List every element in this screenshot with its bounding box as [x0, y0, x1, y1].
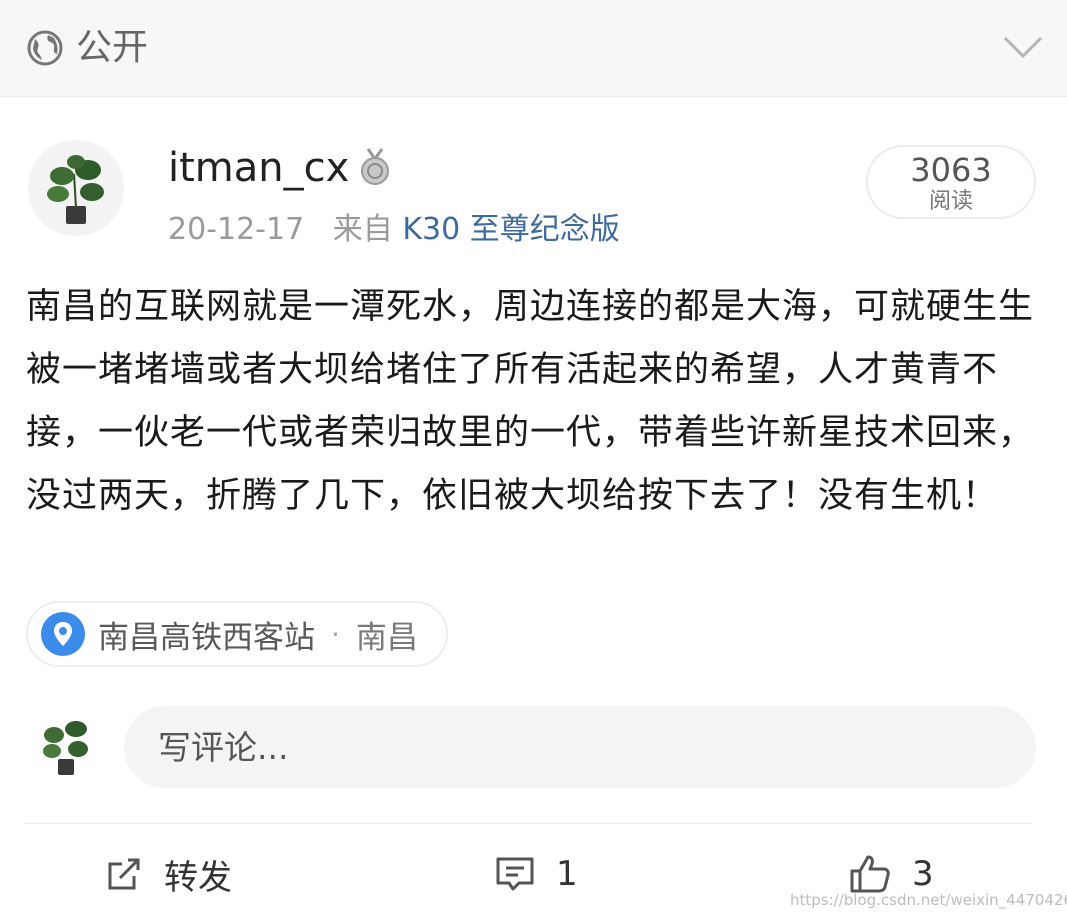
comment-button[interactable]: 1: [494, 848, 578, 900]
comment-input[interactable]: [124, 706, 1036, 788]
username[interactable]: itman_cx: [168, 142, 349, 194]
plant-avatar-icon: [47, 155, 104, 224]
from-label: 来自: [332, 212, 393, 247]
location-place: 南昌高铁西客站: [98, 619, 315, 656]
comment-icon: [496, 857, 534, 891]
location-pin-icon: [41, 612, 85, 656]
medal-badge-icon: [361, 148, 389, 185]
visibility-bar[interactable]: 公开: [0, 0, 1067, 97]
like-count: 3: [912, 854, 934, 894]
location-chip[interactable]: 南昌高铁西客站 · 南昌: [26, 601, 448, 667]
share-button[interactable]: 转发: [104, 848, 232, 900]
globe-icon: [27, 30, 63, 66]
read-label: 阅读: [928, 189, 973, 214]
commenter-avatar: [36, 713, 96, 779]
device-link[interactable]: K30 至尊纪念版: [402, 212, 619, 247]
plant-avatar-icon: [43, 721, 88, 775]
share-icon: [108, 858, 140, 890]
post-meta: 20-12-17 来自 K30 至尊纪念版: [168, 208, 620, 252]
avatar[interactable]: [28, 140, 124, 236]
read-count: 3063: [910, 151, 992, 189]
visibility-label: 公开: [76, 27, 149, 68]
comment-count: 1: [556, 854, 578, 894]
read-count-badge: 3063 阅读: [866, 145, 1036, 219]
location-separator: ·: [331, 617, 340, 651]
post-text: 南昌的互联网就是一潭死水，周边连接的都是大海，可就硬生生被一堵堵墙或者大坝给堵住…: [26, 287, 1035, 516]
chevron-down-icon[interactable]: [1002, 34, 1044, 60]
share-label: 转发: [164, 857, 232, 898]
divider: [24, 823, 1032, 824]
thumbs-up-icon: [850, 855, 890, 893]
location-city: 南昌: [355, 619, 418, 656]
watermark: https://blog.csdn.net/weixin_44704261: [790, 891, 1067, 909]
post-date: 20-12-17: [168, 212, 305, 247]
